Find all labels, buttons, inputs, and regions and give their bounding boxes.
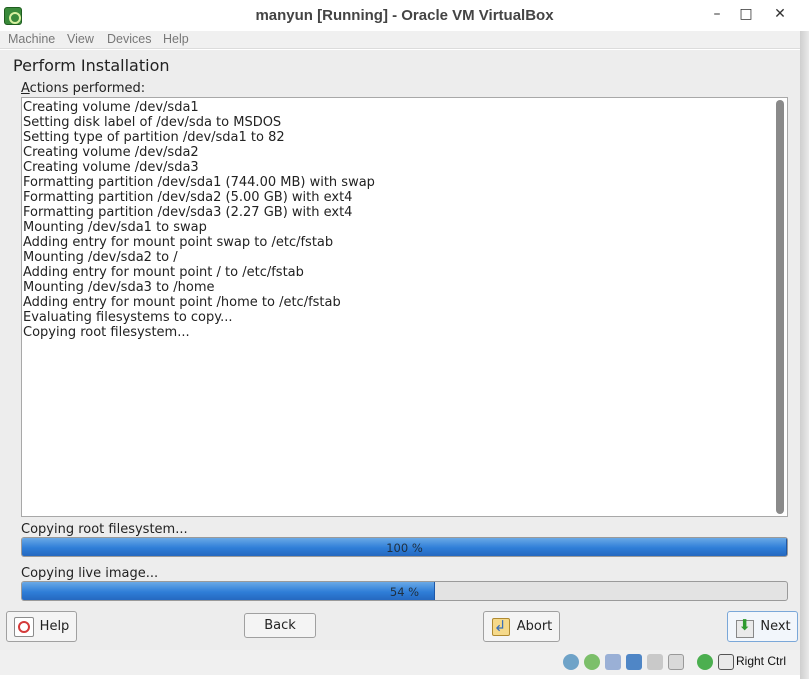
mouse-integration-icon[interactable] [718, 654, 734, 670]
abort-icon [491, 617, 511, 637]
actions-log[interactable]: Creating volume /dev/sda1 Setting disk l… [21, 97, 788, 517]
menu-machine[interactable]: Machine [8, 32, 55, 46]
help-button[interactable]: Help [6, 611, 77, 642]
log-line: Creating volume /dev/sda1 [23, 100, 199, 115]
actions-performed-label: Actions performed: [21, 81, 145, 96]
window-right-edge [800, 31, 809, 679]
live-image-progress: 54 % [21, 581, 788, 601]
menu-devices[interactable]: Devices [107, 32, 151, 46]
log-line: Adding entry for mount point swap to /et… [23, 235, 334, 250]
menu-bar: Machine View Devices Help [0, 31, 800, 49]
log-line: Setting type of partition /dev/sda1 to 8… [23, 130, 285, 145]
host-key-label: Right Ctrl [736, 654, 787, 668]
shared-folders-icon[interactable] [626, 654, 642, 670]
root-copy-progress-text: 100 % [386, 541, 423, 555]
video-capture-icon[interactable] [668, 654, 684, 670]
install-arrow-icon [734, 616, 755, 638]
back-button[interactable]: Back [244, 613, 316, 638]
close-button[interactable]: ✕ [765, 4, 795, 24]
window-titlebar: manyun [Running] - Oracle VM VirtualBox … [0, 0, 809, 31]
root-copy-label: Copying root filesystem... [21, 522, 188, 537]
minimize-button[interactable]: – [702, 4, 732, 24]
menu-view[interactable]: View [67, 32, 94, 46]
network-icon[interactable] [697, 654, 713, 670]
help-lifebuoy-icon [13, 616, 34, 637]
log-scrollbar-thumb[interactable] [776, 100, 784, 514]
log-line: Adding entry for mount point /home to /e… [23, 295, 341, 310]
log-line: Formatting partition /dev/sda2 (5.00 GB)… [23, 190, 353, 205]
menu-help[interactable]: Help [163, 32, 189, 46]
next-button-label: Next [760, 619, 791, 634]
log-line: Creating volume /dev/sda2 [23, 145, 199, 160]
help-button-label: Help [39, 619, 70, 634]
window-title: manyun [Running] - Oracle VM VirtualBox [255, 7, 554, 24]
page-title: Perform Installation [13, 56, 170, 75]
live-image-label: Copying live image... [21, 566, 159, 581]
log-scrollbar[interactable] [775, 100, 785, 514]
log-line: Adding entry for mount point / to /etc/f… [23, 265, 304, 280]
actions-label-text: ctions performed: [29, 81, 146, 96]
optical-drive-icon[interactable] [584, 654, 600, 670]
abort-button[interactable]: Abort [483, 611, 560, 642]
log-line: Copying root filesystem... [23, 325, 190, 340]
maximize-button[interactable]: □ [731, 4, 761, 24]
log-line: Creating volume /dev/sda3 [23, 160, 199, 175]
display-icon[interactable] [647, 654, 663, 670]
log-list: Creating volume /dev/sda1 Setting disk l… [23, 100, 375, 340]
log-line: Formatting partition /dev/sda1 (744.00 M… [23, 175, 375, 190]
live-image-progress-text: 54 % [389, 585, 420, 599]
vm-statusbar: Right Ctrl [0, 650, 800, 675]
actions-label-mnemonic: A [21, 81, 30, 96]
back-button-label: Back [264, 618, 296, 633]
next-button[interactable]: Next [727, 611, 798, 642]
log-line: Evaluating filesystems to copy... [23, 310, 233, 325]
log-line: Mounting /dev/sda1 to swap [23, 220, 207, 235]
usb-icon[interactable] [605, 654, 621, 670]
log-line: Formatting partition /dev/sda3 (2.27 GB)… [23, 205, 353, 220]
hard-disk-icon[interactable] [563, 654, 579, 670]
guest-display[interactable]: Perform Installation Actions performed: … [0, 50, 800, 650]
log-line: Mounting /dev/sda2 to / [23, 250, 178, 265]
log-line: Setting disk label of /dev/sda to MSDOS [23, 115, 282, 130]
abort-button-label: Abort [516, 619, 553, 634]
root-copy-progress: 100 % [21, 537, 788, 557]
log-line: Mounting /dev/sda3 to /home [23, 280, 215, 295]
